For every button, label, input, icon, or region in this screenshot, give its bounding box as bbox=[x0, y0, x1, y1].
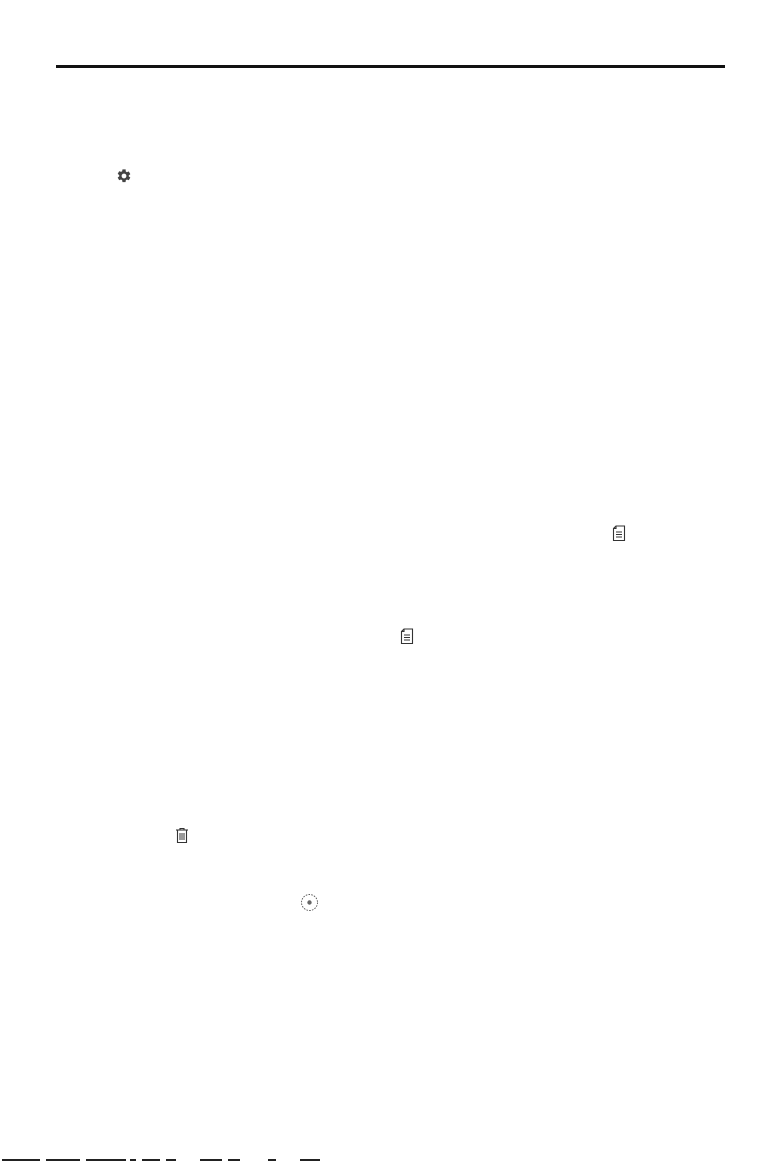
trash-icon bbox=[175, 827, 189, 844]
document-icon bbox=[612, 525, 626, 542]
target-icon bbox=[300, 893, 319, 912]
gear-icon bbox=[116, 168, 132, 184]
footer-fragment bbox=[0, 1158, 330, 1163]
document-icon bbox=[400, 628, 414, 645]
header-rule bbox=[56, 65, 725, 68]
